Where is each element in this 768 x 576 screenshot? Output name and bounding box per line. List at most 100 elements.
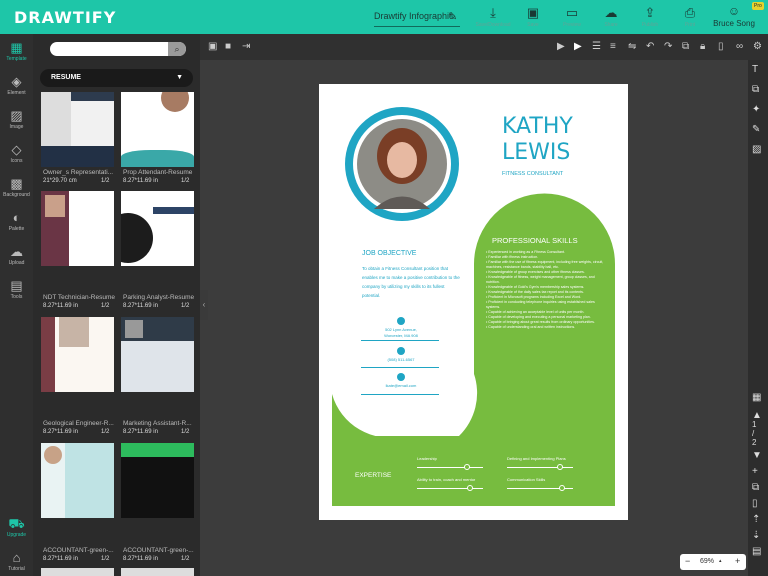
edit-title-icon[interactable]: ✎ (448, 10, 457, 23)
grid-icon[interactable]: ▦ (752, 392, 761, 403)
job-role: FITNESS CONSULTANT (502, 171, 564, 177)
zoom-out-button[interactable]: − (685, 556, 690, 566)
expertise-track (507, 467, 573, 468)
zoom-control: − 69% ▴ + (680, 554, 746, 570)
sidebar-item-icons[interactable]: ◇ Icons (0, 142, 33, 164)
publish-button[interactable]: ⇪ Publish (630, 6, 670, 32)
template-thumb-7[interactable] (41, 443, 114, 518)
template-thumb-2[interactable] (121, 92, 194, 167)
sidebar-item-tutorial[interactable]: ⌂ Tutorial (0, 550, 33, 572)
settings-icon[interactable]: ⚙ (753, 41, 762, 52)
page-total: 2 (752, 438, 757, 447)
sidebar-item-upload[interactable]: ☁ Upload (0, 244, 33, 266)
text-format-icon[interactable]: T (752, 64, 758, 75)
template-thumb-10[interactable] (121, 568, 194, 576)
thumb-footer-decor (41, 146, 114, 167)
brush-icon[interactable]: ✎ (752, 124, 760, 135)
page-down-icon[interactable]: ▼ (752, 450, 762, 461)
effects-icon[interactable]: ✦ (752, 104, 760, 115)
lock-icon[interactable]: 🔒︎ (700, 41, 705, 52)
add-page-icon[interactable]: + (752, 466, 758, 477)
cart-icon: ⛟ (8, 516, 25, 531)
sidebar-item-element[interactable]: ◈ Element (0, 74, 33, 96)
preview-button[interactable]: ▭ Preview (552, 6, 592, 32)
email-text: lkate@email.com (385, 383, 417, 388)
search-input[interactable]: ⌕ (50, 42, 186, 56)
stack-icon[interactable]: ☰ (592, 41, 601, 52)
canvas-page[interactable]: KATHY LEWIS FITNESS CONSULTANT JOB OBJEC… (319, 84, 628, 520)
thumb-photo-decor (59, 317, 89, 347)
expertise-track (417, 488, 483, 489)
sidebar-item-image[interactable]: ▨ Image (0, 108, 33, 130)
page-slash: / (752, 429, 755, 438)
square-icon[interactable]: ■ (225, 41, 231, 52)
delete-page-icon[interactable]: ▯ (752, 498, 758, 509)
thumb-photo-decor (161, 92, 189, 112)
fit-screen-icon[interactable]: ▣ (208, 41, 217, 52)
paste-icon[interactable]: ▯ (718, 41, 724, 52)
first-name: KATHY (502, 114, 573, 139)
align-icon[interactable]: ≡ (610, 41, 616, 52)
collapse-panel-button[interactable]: ‹ (200, 290, 208, 320)
expertise-title: EXPERTISE (355, 472, 392, 479)
zoom-in-button[interactable]: + (735, 556, 740, 566)
template-thumb-6[interactable] (121, 317, 194, 392)
pro-badge: Pro (752, 2, 764, 10)
thumb-header-decor (71, 92, 114, 101)
template-thumb-5[interactable] (41, 317, 114, 392)
top-bar: DRAWTIFY Drawtify Infographic ✎ ⤓ Save/Do… (0, 0, 768, 34)
sidebar-item-tools[interactable]: ▤ Tools (0, 278, 33, 300)
divider-line (361, 340, 439, 341)
copy-icon[interactable]: ⧉ (682, 41, 689, 52)
link-icon[interactable]: ∞ (736, 41, 743, 52)
phone-icon (397, 347, 405, 355)
template-thumb-9[interactable] (41, 568, 114, 576)
download-button[interactable]: ⤓ Save/Download (473, 6, 513, 32)
divider-line (361, 394, 439, 395)
import-icon[interactable]: ⇥ (242, 41, 250, 52)
upload-icon: ☁ (10, 244, 23, 259)
move-up-icon[interactable]: ⇡ (752, 514, 760, 525)
thumb-wave-decor (121, 150, 194, 167)
play-icon[interactable]: ▶ (574, 41, 582, 52)
sidebar-item-upgrade[interactable]: ⛟ Upgrade (0, 516, 33, 538)
share-button[interactable]: ☁ Share (591, 6, 631, 32)
document-title[interactable]: Drawtify Infographic (374, 11, 454, 21)
template-name-2: Prop Attendant-Resume (123, 169, 193, 176)
duplicate-page-icon[interactable]: ⧉ (752, 482, 759, 493)
icons-icon: ◇ (11, 142, 22, 157)
app-logo[interactable]: DRAWTIFY (14, 8, 116, 27)
location-icon (397, 317, 405, 325)
book-icon[interactable]: ▤ (752, 546, 761, 557)
video-icon[interactable]: ▶︎ (557, 41, 565, 52)
template-thumb-8[interactable] (121, 443, 194, 518)
address-text: 502 Lynn Avenue, Worcester, MA 908 (384, 327, 418, 338)
template-thumb-3[interactable] (41, 191, 114, 266)
zoom-value[interactable]: 69% (700, 558, 714, 565)
template-thumb-4[interactable] (121, 191, 194, 266)
move-down-icon[interactable]: ⇣ (752, 530, 760, 541)
template-name-8: ACCOUNTANT-green-... (123, 547, 194, 554)
layers-icon[interactable]: ⧉ (752, 84, 759, 95)
image-edit-icon[interactable]: ▨ (752, 144, 761, 155)
template-size-2: 8.27*11.69 in (123, 178, 158, 184)
redo-icon[interactable]: ↷ (664, 41, 672, 52)
right-toolbar: T ⧉ ✦ ✎ ▨ ▦ ▲ 1 / 2 ▼ + ⧉ ▯ ⇡ ⇣ ▤ (748, 60, 768, 576)
save-button[interactable]: ▣ Save (513, 6, 553, 32)
print-button[interactable]: ⎙ Print (670, 6, 710, 32)
category-dropdown[interactable]: RESUME ▼ (40, 69, 193, 87)
thumb-photo-decor (125, 320, 143, 338)
search-icon[interactable]: ⌕ (168, 42, 186, 56)
divider-line (361, 367, 439, 368)
zoom-dropdown-icon[interactable]: ▴ (719, 558, 722, 564)
template-pages-6: 1/2 (181, 429, 190, 435)
sidebar-item-background[interactable]: ▩ Background (0, 176, 33, 198)
template-size-6: 8.27*11.69 in (123, 429, 158, 435)
photo-face (387, 142, 417, 178)
sidebar-item-template[interactable]: ▦ Template (0, 40, 33, 62)
flip-icon[interactable]: ⇋ (628, 41, 636, 52)
expertise-label: Communication Skills (507, 477, 546, 482)
undo-icon[interactable]: ↶ (646, 41, 654, 52)
sidebar-item-palette[interactable]: ◐ Palette (0, 210, 33, 232)
template-thumb-1[interactable] (41, 92, 114, 167)
